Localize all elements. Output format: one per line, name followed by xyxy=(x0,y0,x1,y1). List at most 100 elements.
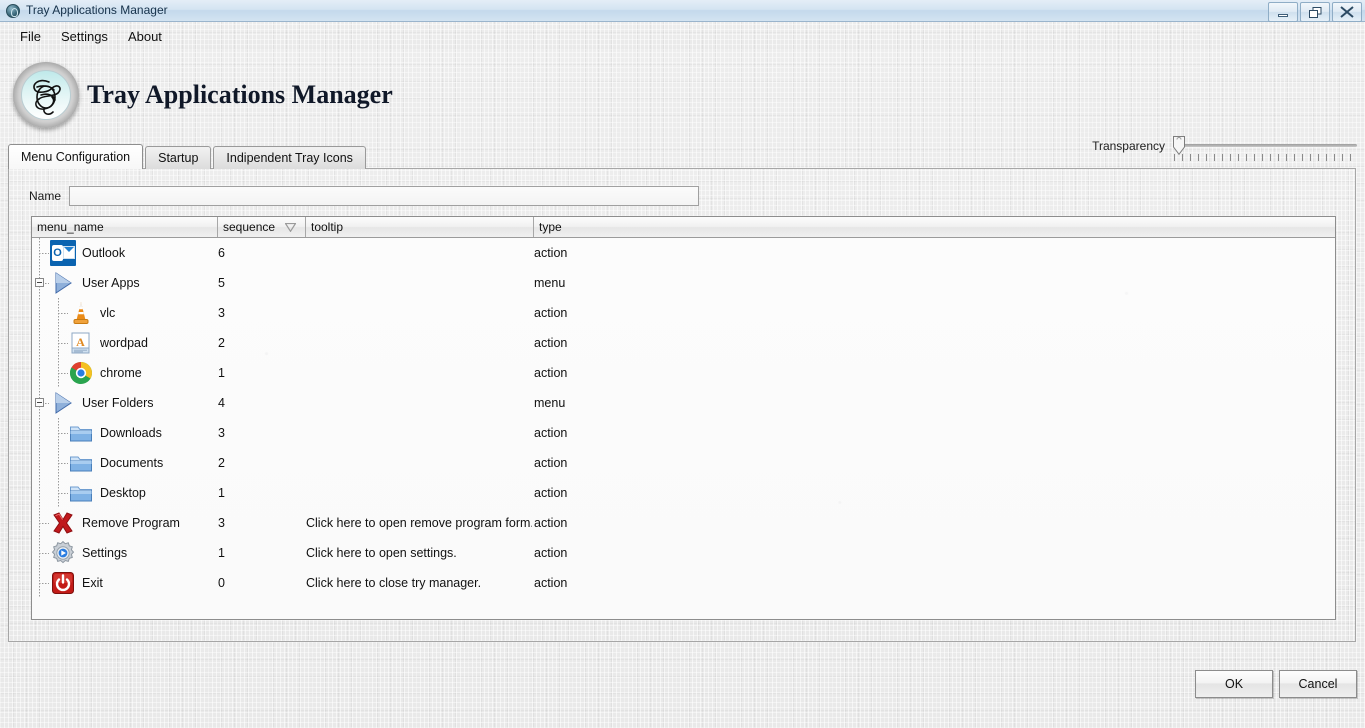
grid-header-row: menu_name sequence tooltip type xyxy=(32,217,1335,238)
wordpad-icon: A xyxy=(68,330,94,356)
menu-name-label: vlc xyxy=(100,306,116,320)
table-row[interactable]: Remove Program 3 Click here to open remove… xyxy=(32,508,1335,538)
table-row[interactable]: Awordpad 2 action xyxy=(32,328,1335,358)
column-header-tooltip[interactable]: tooltip xyxy=(306,217,534,237)
tab-panel-menu-configuration: Name menu_name sequence tooltip type O O… xyxy=(8,168,1356,642)
cell-tooltip xyxy=(306,358,532,388)
ok-button[interactable]: OK xyxy=(1195,670,1273,698)
cell-sequence: 6 xyxy=(218,246,225,260)
cell-tooltip: Click here to open settings. xyxy=(306,546,457,560)
cell-tooltip xyxy=(306,388,532,418)
cell-tooltip: Click here to open remove program form. xyxy=(306,516,532,530)
tab-label: Startup xyxy=(158,151,199,165)
table-row[interactable]: Settings 1 Click here to open settings. act… xyxy=(32,538,1335,568)
cell-tooltip xyxy=(306,328,532,358)
table-row[interactable]: Documents 2 action xyxy=(32,448,1335,478)
column-header-menu-name[interactable]: menu_name xyxy=(32,217,218,237)
tab-label: Indipendent Tray Icons xyxy=(226,151,353,165)
cell-type: action xyxy=(534,576,568,590)
column-header-label: sequence xyxy=(223,220,276,234)
sort-descending-icon xyxy=(285,223,296,232)
window-title: Tray Applications Manager xyxy=(26,3,168,17)
cell-tooltip xyxy=(306,238,532,268)
menu-item-settings[interactable]: Settings xyxy=(51,26,118,47)
table-row[interactable]: vlc 3 action xyxy=(32,298,1335,328)
folder-icon xyxy=(68,420,94,446)
column-header-sequence[interactable]: sequence xyxy=(218,217,306,237)
vlc-cone-icon xyxy=(68,300,94,326)
transparency-slider[interactable] xyxy=(1169,132,1357,162)
cell-type: menu xyxy=(534,276,566,290)
menu-name-content: Desktop xyxy=(68,478,146,508)
cell-sequence: 3 xyxy=(218,426,225,440)
tab-menu-configuration[interactable]: Menu Configuration xyxy=(8,144,144,169)
menu-name-content: Remove Program xyxy=(50,508,180,538)
grid-body: O Outlook 6 action User Apps 5 menu vlc 3 action A… xyxy=(32,238,1335,598)
outlook-icon: O xyxy=(50,240,76,266)
cell-tooltip xyxy=(306,478,532,508)
title-bar: Tray Applications Manager xyxy=(0,0,1365,22)
close-icon xyxy=(1333,3,1361,21)
cell-sequence: 2 xyxy=(218,336,225,350)
menu-item-about[interactable]: About xyxy=(118,26,172,47)
cancel-button[interactable]: Cancel xyxy=(1279,670,1357,698)
cell-type: action xyxy=(534,306,568,320)
cell-menu-name: vlc xyxy=(32,298,217,328)
slider-track[interactable] xyxy=(1173,144,1357,147)
menu-name-content: Exit xyxy=(50,568,103,598)
red-x-icon xyxy=(50,510,76,536)
cell-menu-name: User Folders xyxy=(32,388,217,418)
chrome-icon xyxy=(68,360,94,386)
column-header-label: type xyxy=(539,220,562,234)
table-row[interactable]: Downloads 3 action xyxy=(32,418,1335,448)
footer-bar: OK Cancel xyxy=(0,642,1365,728)
slider-thumb[interactable] xyxy=(1173,136,1185,156)
power-icon xyxy=(50,570,76,596)
cell-type: action xyxy=(534,516,568,530)
cell-tooltip xyxy=(306,298,532,328)
cell-type: menu xyxy=(534,396,566,410)
column-header-type[interactable]: type xyxy=(534,217,1335,237)
close-button[interactable] xyxy=(1332,2,1362,22)
menu-name-content: User Apps xyxy=(50,268,140,298)
cell-tooltip xyxy=(306,448,532,478)
minimize-button[interactable] xyxy=(1268,2,1298,22)
cell-menu-name: Remove Program xyxy=(32,508,217,538)
table-row[interactable]: Desktop 1 action xyxy=(32,478,1335,508)
name-label: Name xyxy=(29,189,62,203)
cell-menu-name: Awordpad xyxy=(32,328,217,358)
menu-bar: File Settings About xyxy=(0,22,1365,50)
table-row[interactable]: User Folders 4 menu xyxy=(32,388,1335,418)
cell-sequence: 4 xyxy=(218,396,225,410)
cell-type: action xyxy=(534,456,568,470)
gear-icon xyxy=(50,540,76,566)
cell-sequence: 1 xyxy=(218,486,225,500)
cell-sequence: 3 xyxy=(218,306,225,320)
cell-menu-name: Desktop xyxy=(32,478,217,508)
table-row[interactable]: Exit 0 Click here to close try manager. act… xyxy=(32,568,1335,598)
folder-icon xyxy=(68,450,94,476)
cell-type: action xyxy=(534,426,568,440)
table-row[interactable]: O Outlook 6 action xyxy=(32,238,1335,268)
cell-type: action xyxy=(534,336,568,350)
app-window: Tray Applications Manager File Settings … xyxy=(0,0,1365,728)
table-row[interactable]: chrome 1 action xyxy=(32,358,1335,388)
cancel-button-label: Cancel xyxy=(1298,677,1338,691)
window-controls xyxy=(1268,2,1362,22)
cell-menu-name: Documents xyxy=(32,448,217,478)
menu-item-file[interactable]: File xyxy=(10,26,51,47)
cell-sequence: 1 xyxy=(218,546,225,560)
tab-label: Menu Configuration xyxy=(21,150,131,164)
cell-type: action xyxy=(534,546,568,560)
name-input[interactable] xyxy=(69,186,700,206)
tab-startup[interactable]: Startup xyxy=(145,146,212,169)
restore-button[interactable] xyxy=(1300,2,1330,22)
cell-tooltip xyxy=(306,418,532,448)
table-row[interactable]: User Apps 5 menu xyxy=(32,268,1335,298)
cell-menu-name: Downloads xyxy=(32,418,217,448)
cell-sequence: 1 xyxy=(218,366,225,380)
tab-independent-tray-icons[interactable]: Indipendent Tray Icons xyxy=(213,146,366,169)
app-circle-icon xyxy=(6,4,20,18)
folder-icon xyxy=(68,480,94,506)
menu-name-content: chrome xyxy=(68,358,142,388)
